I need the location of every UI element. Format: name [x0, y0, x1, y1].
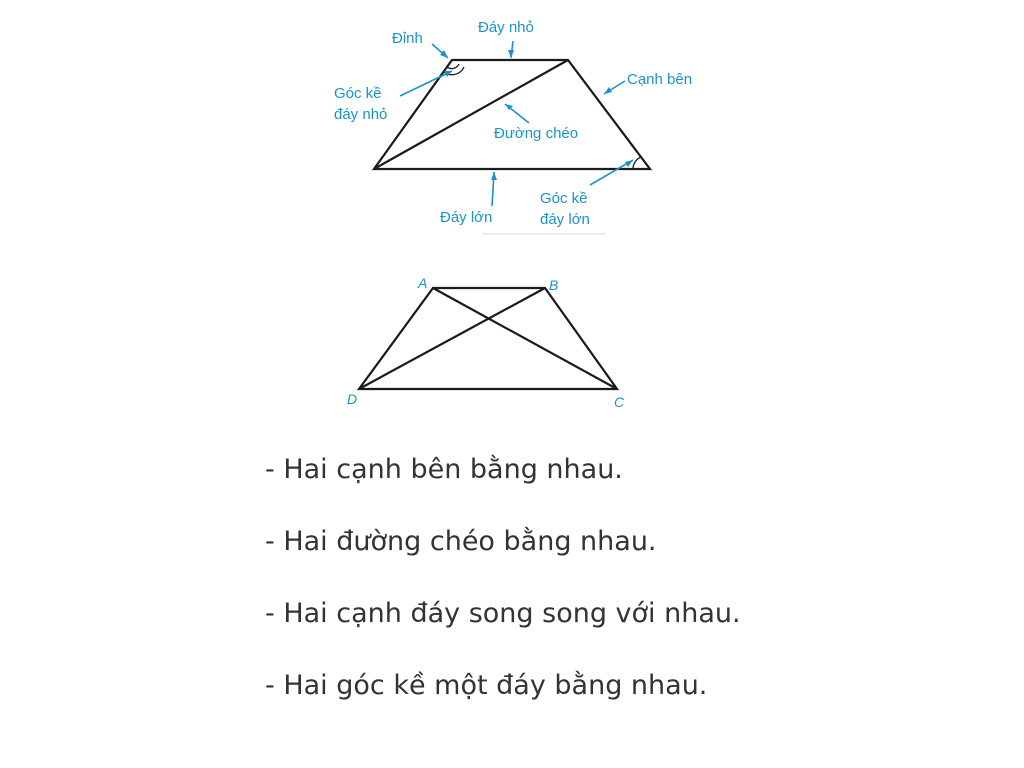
vertex-b-label: B	[549, 277, 558, 293]
vertex-a-label: A	[417, 275, 427, 291]
property-item: Hai góc kề một đáy bằng nhau.	[265, 664, 741, 736]
properties-list: Hai cạnh bên bằng nhau. Hai đường chéo b…	[265, 448, 741, 736]
diagonal-bd	[358, 287, 546, 390]
trapezoid-abcd-outline	[356, 286, 620, 391]
vertex-c-label: C	[614, 394, 625, 410]
property-item: Hai cạnh bên bằng nhau.	[265, 448, 741, 520]
diagonal-ac	[432, 287, 618, 390]
property-item: Hai cạnh đáy song song với nhau.	[265, 592, 740, 664]
vertex-d-label: D	[347, 391, 357, 407]
property-item: Hai đường chéo bằng nhau.	[265, 520, 741, 592]
